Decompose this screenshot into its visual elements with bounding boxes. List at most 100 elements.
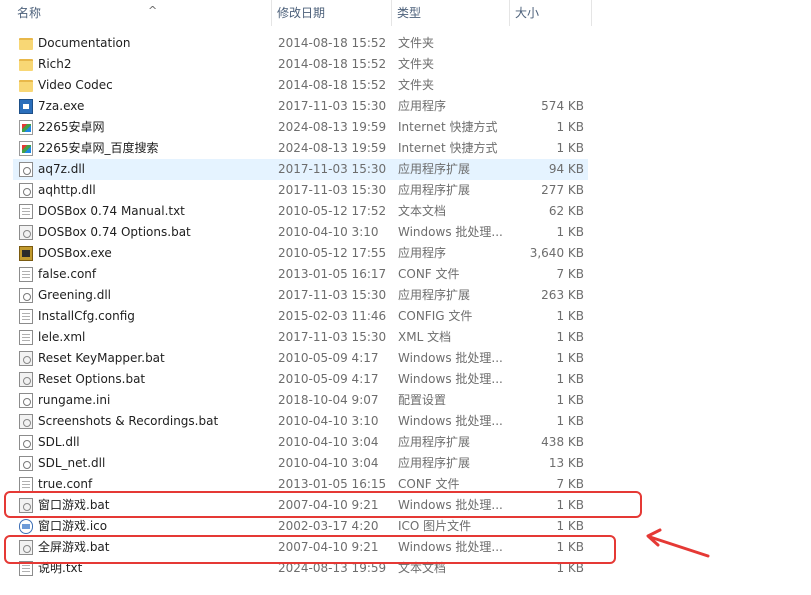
file-row[interactable]: Greening.dll 2017-11-03 15:30 应用程序扩展 263 KB xyxy=(0,285,811,306)
file-name[interactable]: rungame.ini xyxy=(38,390,270,411)
file-row[interactable]: SDL_net.dll 2010-04-10 3:04 应用程序扩展 13 KB xyxy=(0,453,811,474)
file-row[interactable]: lele.xml 2017-11-03 15:30 XML 文档 1 KB xyxy=(0,327,811,348)
file-type: Windows 批处理... xyxy=(398,351,503,365)
file-row[interactable]: aqhttp.dll 2017-11-03 15:30 应用程序扩展 277 KB xyxy=(0,180,811,201)
file-name[interactable]: SDL_net.dll xyxy=(38,453,270,474)
file-name[interactable]: Documentation xyxy=(38,33,270,54)
file-row[interactable]: InstallCfg.config 2015-02-03 11:46 CONFIG … xyxy=(0,306,811,327)
file-row[interactable]: 2265安卓网 2024-08-13 19:59 Internet 快捷方式 1 KB xyxy=(0,117,811,138)
file-name[interactable]: Video Codec xyxy=(38,75,270,96)
file-name[interactable]: Screenshots & Recordings.bat xyxy=(38,411,270,432)
annotation-highlight-fullscreen-bat xyxy=(4,535,616,564)
gear-file-icon xyxy=(19,456,33,471)
file-name[interactable]: Rich2 xyxy=(38,54,270,75)
file-date: 2002-03-17 4:20 xyxy=(278,519,379,533)
blank-file-icon xyxy=(19,330,33,345)
batch-file-icon xyxy=(19,414,33,429)
file-name[interactable]: aqhttp.dll xyxy=(38,180,270,201)
file-icon-cell xyxy=(18,327,34,348)
file-type: 文本文档 xyxy=(398,204,447,218)
file-icon-cell xyxy=(18,411,34,432)
file-date: 2024-08-13 19:59 xyxy=(278,141,387,155)
annotation-highlight-window-bat xyxy=(4,491,642,518)
file-row[interactable]: aq7z.dll 2017-11-03 15:30 应用程序扩展 94 KB xyxy=(0,159,811,180)
file-name[interactable]: DOSBox 0.74 Manual.txt xyxy=(38,201,270,222)
file-size: 1 KB xyxy=(556,414,584,428)
file-name[interactable]: 2265安卓网_百度搜索 xyxy=(38,138,270,159)
file-name[interactable]: InstallCfg.config xyxy=(38,306,270,327)
file-size: 62 KB xyxy=(548,204,584,218)
file-row[interactable]: rungame.ini 2018-10-04 9:07 配置设置 1 KB xyxy=(0,390,811,411)
column-header-date[interactable]: 修改日期 xyxy=(272,0,392,26)
file-row[interactable]: DOSBox 0.74 Manual.txt 2010-05-12 17:52 文本… xyxy=(0,201,811,222)
file-type: CONF 文件 xyxy=(398,267,460,281)
file-size: 94 KB xyxy=(548,162,584,176)
file-name[interactable]: DOSBox.exe xyxy=(38,243,270,264)
batch-file-icon xyxy=(19,372,33,387)
file-date: 2010-04-10 3:04 xyxy=(278,435,379,449)
file-date: 2010-05-12 17:55 xyxy=(278,246,387,260)
sort-ascending-icon: ^ xyxy=(148,4,158,17)
file-date: 2010-05-12 17:52 xyxy=(278,204,387,218)
file-type: Windows 批处理... xyxy=(398,225,503,239)
file-row[interactable]: Rich2 2014-08-18 15:52 文件夹 xyxy=(0,54,811,75)
file-size: 1 KB xyxy=(556,225,584,239)
file-name[interactable]: DOSBox 0.74 Options.bat xyxy=(38,222,270,243)
file-name[interactable]: 7za.exe xyxy=(38,96,270,117)
file-row[interactable]: DOSBox.exe 2010-05-12 17:55 应用程序 3,640 KB xyxy=(0,243,811,264)
file-icon-cell xyxy=(18,222,34,243)
blank-file-icon xyxy=(19,309,33,324)
file-type: 应用程序扩展 xyxy=(398,288,471,302)
file-row[interactable]: SDL.dll 2010-04-10 3:04 应用程序扩展 438 KB xyxy=(0,432,811,453)
web-shortcut-icon xyxy=(19,120,33,135)
column-header-type[interactable]: 类型 xyxy=(392,0,510,26)
file-row[interactable]: 2265安卓网_百度搜索 2024-08-13 19:59 Internet 快捷方… xyxy=(0,138,811,159)
column-header-bar: 名称 ^ 修改日期 类型 大小 xyxy=(0,0,811,26)
file-row[interactable]: Reset KeyMapper.bat 2010-05-09 4:17 Window… xyxy=(0,348,811,369)
file-row[interactable]: DOSBox 0.74 Options.bat 2010-04-10 3:10 Wi… xyxy=(0,222,811,243)
file-row[interactable]: false.conf 2013-01-05 16:17 CONF 文件 7 KB xyxy=(0,264,811,285)
column-header-size[interactable]: 大小 xyxy=(510,0,592,26)
gear-file-icon xyxy=(19,183,33,198)
file-icon-cell xyxy=(18,516,34,537)
folder-icon xyxy=(19,38,33,50)
file-date: 2014-08-18 15:52 xyxy=(278,36,387,50)
file-type: 应用程序 xyxy=(398,246,447,260)
file-date: 2010-05-09 4:17 xyxy=(278,372,379,386)
file-name[interactable]: 窗口游戏.ico xyxy=(38,516,270,537)
file-date: 2010-05-09 4:17 xyxy=(278,351,379,365)
file-type: Internet 快捷方式 xyxy=(398,120,498,134)
file-type: Windows 批处理... xyxy=(398,372,503,386)
file-name[interactable]: 2265安卓网 xyxy=(38,117,270,138)
file-name[interactable]: false.conf xyxy=(38,264,270,285)
file-type: 文件夹 xyxy=(398,36,435,50)
file-row[interactable]: Documentation 2014-08-18 15:52 文件夹 xyxy=(0,33,811,54)
file-name[interactable]: Reset Options.bat xyxy=(38,369,270,390)
file-date: 2015-02-03 11:46 xyxy=(278,309,387,323)
blank-file-icon xyxy=(19,477,33,492)
batch-file-icon xyxy=(19,225,33,240)
file-size: 574 KB xyxy=(541,99,584,113)
column-header-name[interactable]: 名称 ^ xyxy=(12,0,272,26)
file-icon-cell xyxy=(18,54,34,75)
file-row[interactable]: Reset Options.bat 2010-05-09 4:17 Windows … xyxy=(0,369,811,390)
file-name[interactable]: SDL.dll xyxy=(38,432,270,453)
file-date: 2010-04-10 3:04 xyxy=(278,456,379,470)
file-size: 1 KB xyxy=(556,141,584,155)
file-type: 文件夹 xyxy=(398,78,435,92)
file-size: 263 KB xyxy=(541,288,584,302)
file-row[interactable]: Video Codec 2014-08-18 15:52 文件夹 xyxy=(0,75,811,96)
file-name[interactable]: Reset KeyMapper.bat xyxy=(38,348,270,369)
file-row[interactable]: Screenshots & Recordings.bat 2010-04-10 3… xyxy=(0,411,811,432)
file-name[interactable]: Greening.dll xyxy=(38,285,270,306)
file-date: 2010-04-10 3:10 xyxy=(278,225,379,239)
file-type: 应用程序扩展 xyxy=(398,435,471,449)
file-type: Internet 快捷方式 xyxy=(398,141,498,155)
blank-file-icon xyxy=(19,267,33,282)
file-row[interactable]: 7za.exe 2017-11-03 15:30 应用程序 574 KB xyxy=(0,96,811,117)
file-date: 2013-01-05 16:17 xyxy=(278,267,387,281)
file-name[interactable]: aq7z.dll xyxy=(38,159,270,180)
file-name[interactable]: lele.xml xyxy=(38,327,270,348)
file-size: 1 KB xyxy=(556,120,584,134)
file-size: 1 KB xyxy=(556,393,584,407)
